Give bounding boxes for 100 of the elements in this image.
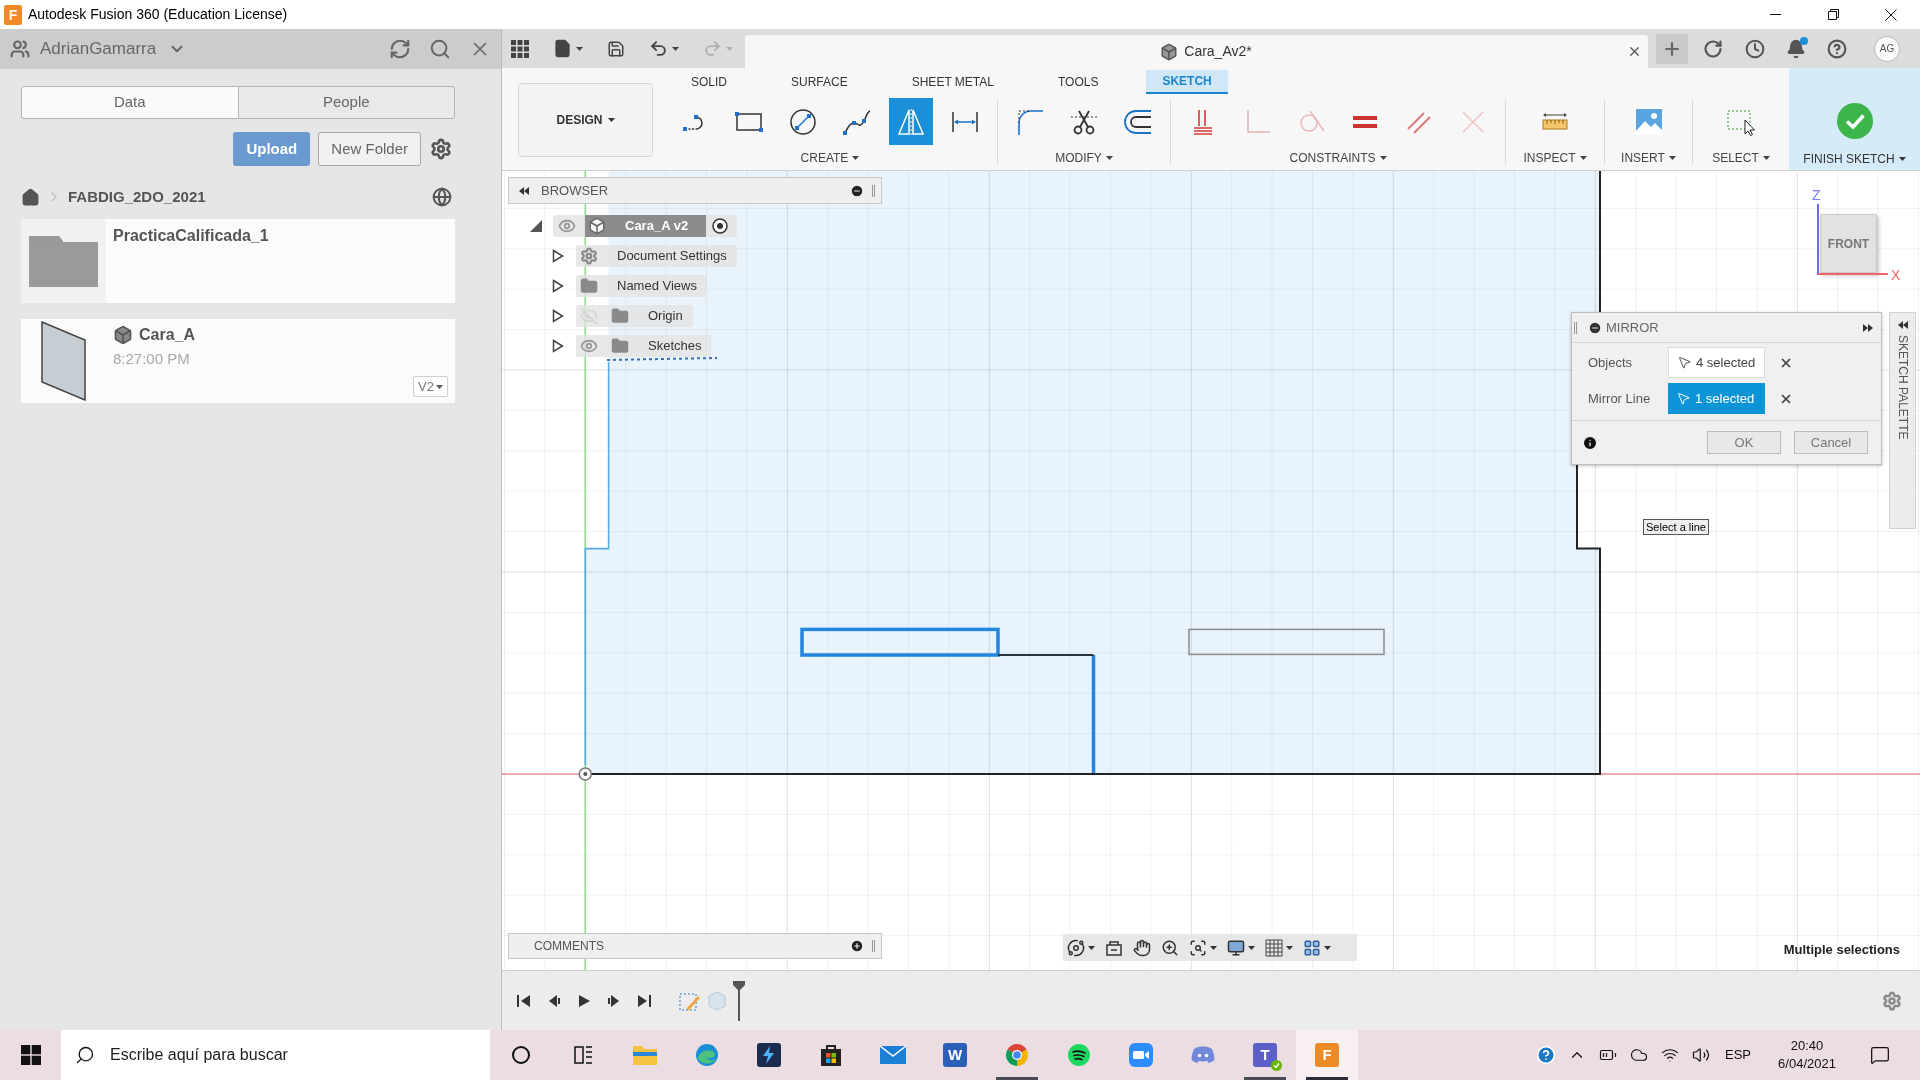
bell-icon[interactable]: [1786, 38, 1806, 59]
ribbon-tab[interactable]: TOOLS: [1041, 70, 1115, 94]
panel-tab[interactable]: Data: [21, 86, 239, 119]
collapsed-triangle-icon[interactable]: [552, 279, 564, 293]
sketch-palette-tab[interactable]: SKETCH PALETTE: [1889, 312, 1916, 529]
minimize-icon: [1769, 14, 1781, 15]
z-axis-indicator: [1817, 204, 1819, 275]
grip-handle-icon[interactable]: [872, 940, 875, 952]
collapsed-triangle-icon[interactable]: [552, 309, 564, 323]
tree-row[interactable]: Named Views: [576, 275, 707, 297]
minus-circle-icon[interactable]: [850, 183, 864, 198]
caret-icon: [1379, 156, 1387, 160]
collapsed-triangle-icon[interactable]: [552, 339, 564, 353]
circle-diameter-icon: [788, 106, 818, 137]
team-name[interactable]: AdrianGamarra: [40, 36, 157, 62]
dialog-button[interactable]: OK: [1707, 431, 1781, 454]
four-panes-icon: [20, 1045, 41, 1065]
search-field[interactable]: Escribe aquí para buscar: [61, 1030, 490, 1080]
group-menu-button[interactable]: MODIFY: [1055, 148, 1113, 168]
letter-tile: W: [943, 1043, 967, 1067]
group-menu-button[interactable]: CONSTRAINTS: [1289, 148, 1387, 168]
workspace-dropdown[interactable]: DESIGN: [518, 83, 653, 157]
tree-row[interactable]: Sketches: [576, 335, 712, 357]
clock-time[interactable]: 20:40: [1790, 1037, 1824, 1055]
caret-icon: [1105, 156, 1113, 160]
origin-point-icon[interactable]: [578, 767, 593, 781]
playback-button[interactable]: [576, 992, 592, 1009]
group-menu-button[interactable]: INSPECT: [1523, 148, 1587, 168]
modified-time: 8:27:00 PM: [113, 349, 191, 369]
dialog-button[interactable]: Cancel: [1794, 431, 1868, 454]
settings-icon[interactable]: [1882, 990, 1902, 1011]
ribbon-tab[interactable]: SOLID: [675, 70, 743, 94]
selection-field[interactable]: 4 selected: [1668, 347, 1765, 378]
double-arrow-right-icon[interactable]: [1863, 323, 1873, 332]
browser-title: BROWSER: [541, 181, 609, 200]
group-menu-button[interactable]: SELECT: [1712, 148, 1770, 168]
new-tab-button[interactable]: [1656, 33, 1688, 64]
playback-button[interactable]: [516, 992, 532, 1009]
ribbon-tab[interactable]: SURFACE: [775, 70, 864, 94]
finish-sketch-button[interactable]: FINISH SKETCH: [1789, 68, 1920, 170]
input-language[interactable]: ESP: [1716, 1045, 1760, 1065]
team-icon[interactable]: [10, 39, 30, 59]
playback-button[interactable]: [636, 992, 652, 1009]
search-icon: [75, 1045, 95, 1065]
grip-handle-icon[interactable]: [1574, 321, 1577, 334]
taskbar-app-button[interactable]: T: [1234, 1030, 1296, 1080]
home-icon[interactable]: [21, 187, 40, 207]
grip-handle-icon[interactable]: [872, 184, 875, 197]
expanded-triangle-icon[interactable]: [529, 219, 543, 233]
circular-arrow-icon[interactable]: [1703, 38, 1723, 59]
caret-icon: [852, 156, 860, 160]
timeline-marker-handle[interactable]: [733, 980, 745, 1021]
mirrored-rectangle[interactable]: [1188, 628, 1385, 656]
clock-icon[interactable]: [1745, 38, 1765, 59]
caret-icon: [576, 46, 583, 51]
group-menu-button[interactable]: INSERT: [1621, 148, 1676, 168]
document-tab[interactable]: Cara_Av2*: [745, 35, 1648, 68]
panel-tab[interactable]: People: [238, 86, 455, 119]
save-icon: [607, 39, 625, 58]
taskbar-app-button[interactable]: W: [924, 1030, 986, 1080]
play-icon: [576, 992, 592, 1009]
close-tab-icon[interactable]: [1627, 44, 1642, 59]
folder-icon: [580, 277, 598, 295]
breadcrumb-folder[interactable]: FABDIG_2DO_2021: [68, 185, 206, 209]
version-dropdown[interactable]: V2: [413, 376, 448, 397]
window-title: Autodesk Fusion 360 (Education License): [28, 5, 288, 24]
group-menu-button[interactable]: CREATE: [800, 148, 860, 168]
refresh-icon[interactable]: [389, 38, 411, 60]
search-icon[interactable]: [429, 38, 451, 60]
info-icon[interactable]: [1582, 434, 1598, 451]
notification-icon[interactable]: [1870, 1045, 1890, 1065]
plus-circle-icon[interactable]: [850, 939, 864, 953]
tree-row[interactable]: Document Settings: [576, 245, 737, 267]
tree-row[interactable]: Origin: [576, 305, 693, 327]
ribbon-tab[interactable]: SHEET METAL: [895, 70, 1010, 94]
app-logo: F: [4, 4, 22, 25]
caret-icon: [1898, 157, 1906, 161]
settings-icon[interactable]: [430, 138, 452, 160]
sketch-rectangle[interactable]: [800, 627, 1000, 657]
axis-label: Z: [1812, 186, 1821, 205]
folder-card[interactable]: PracticaCalificada_1: [21, 219, 455, 303]
minus-circle-icon[interactable]: [1588, 320, 1602, 335]
speaker-icon[interactable]: [1691, 1046, 1710, 1064]
help-icon[interactable]: [1827, 38, 1847, 59]
double-arrow-left-icon[interactable]: [519, 186, 529, 195]
new-folder-button[interactable]: New Folder: [318, 132, 421, 166]
radio-icon[interactable]: [712, 218, 728, 234]
tricolor-circle-icon: [1004, 1042, 1030, 1068]
clock-date[interactable]: 6/04/2021: [1778, 1055, 1836, 1073]
field-label: Objects: [1588, 353, 1634, 372]
cloud-icon[interactable]: [1629, 1046, 1648, 1064]
look-at-icon: [1105, 938, 1123, 957]
caret-icon: [1286, 945, 1293, 950]
double-arrow-left-icon[interactable]: [1897, 321, 1908, 329]
collapsed-triangle-icon[interactable]: [552, 249, 564, 263]
design-card[interactable]: Cara_A 8:27:00 PM V2: [21, 319, 455, 403]
globe-icon[interactable]: [432, 187, 452, 207]
monitor-icon: [1227, 938, 1245, 957]
user-avatar[interactable]: AG: [1874, 35, 1900, 62]
skip-to-start-icon: [516, 992, 532, 1009]
